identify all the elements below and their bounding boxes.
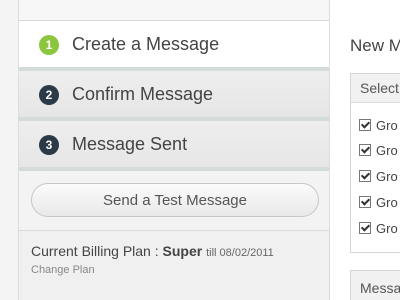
billing-prefix: Current Billing Plan : xyxy=(31,243,163,259)
step-label: Confirm Message xyxy=(72,84,214,104)
checkbox-checked-icon[interactable] xyxy=(359,119,371,131)
group-select-box: Select Gro Gro Gro Gro Gro xyxy=(350,73,400,253)
send-test-message-button[interactable]: Send a Test Message xyxy=(31,183,319,217)
panel-title: New M xyxy=(350,36,400,55)
sidebar-top-strip xyxy=(19,0,329,21)
group-item[interactable]: Gro xyxy=(359,195,398,210)
step-label: Create a Message xyxy=(72,34,220,54)
group-label: Gro xyxy=(376,143,398,158)
billing-till-date: till 08/02/2011 xyxy=(206,247,274,259)
step-number-badge: 3 xyxy=(39,135,59,155)
billing-plan-name: Super xyxy=(162,243,203,259)
message-header: Messa xyxy=(360,280,400,296)
step-create-message[interactable]: 1 Create a Message xyxy=(19,21,329,71)
checkbox-checked-icon[interactable] xyxy=(359,196,371,208)
step-number-badge: 1 xyxy=(39,35,59,55)
step-message-sent[interactable]: 3 Message Sent xyxy=(19,121,329,171)
group-label: Gro xyxy=(376,195,398,210)
group-label: Gro xyxy=(376,221,398,236)
select-header: Select xyxy=(351,74,400,103)
step-confirm-message[interactable]: 2 Confirm Message xyxy=(19,71,329,121)
group-item[interactable]: Gro xyxy=(359,169,398,184)
group-item[interactable]: Gro xyxy=(359,118,398,133)
checkbox-checked-icon[interactable] xyxy=(359,222,371,234)
billing-plan-info: Current Billing Plan : Super till 08/02/… xyxy=(31,243,274,259)
step-number-badge: 2 xyxy=(39,85,59,105)
group-label: Gro xyxy=(376,169,398,184)
checkbox-checked-icon[interactable] xyxy=(359,170,371,182)
checkbox-checked-icon[interactable] xyxy=(359,144,371,156)
message-box: Messa xyxy=(350,270,400,300)
message-form-panel: New M Select Gro Gro Gro Gro Gro Messa xyxy=(330,0,400,300)
wizard-sidebar: 1 Create a Message 2 Confirm Message 3 M… xyxy=(18,0,330,300)
group-item[interactable]: Gro xyxy=(359,221,398,236)
change-plan-link[interactable]: Change Plan xyxy=(31,264,95,276)
step-label: Message Sent xyxy=(72,134,188,154)
group-item[interactable]: Gro xyxy=(359,143,398,158)
group-label: Gro xyxy=(376,118,398,133)
